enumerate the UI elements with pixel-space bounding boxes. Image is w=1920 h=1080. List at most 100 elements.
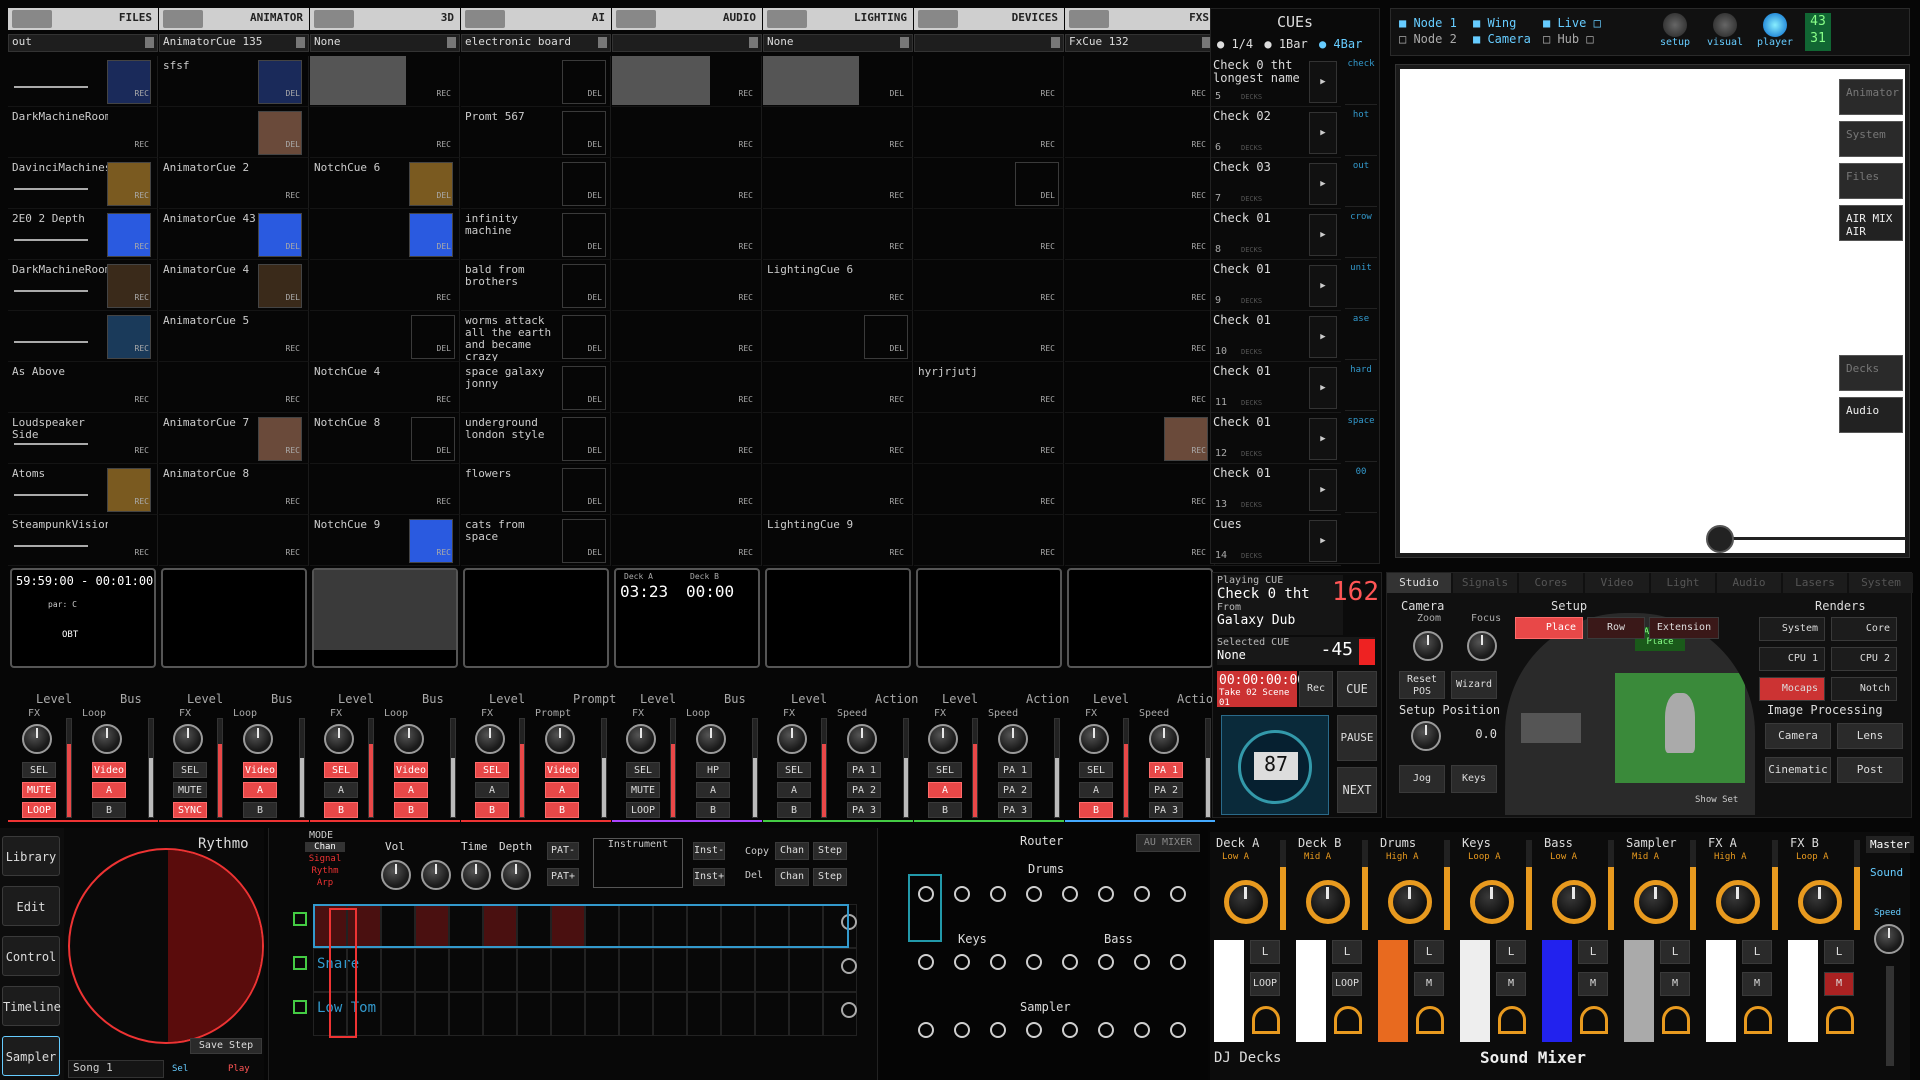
mode-signal[interactable]: Signal (305, 854, 345, 864)
cue-play-button[interactable]: ▶ (1309, 214, 1337, 256)
live-toggle[interactable]: ■ Live □ (1543, 15, 1601, 31)
cue-cell[interactable]: bald from brothers DEL (461, 260, 611, 311)
channel-l-button[interactable]: L (1742, 940, 1772, 964)
cue-cell[interactable]: DarkMachineRoom REC (8, 107, 158, 158)
router-node[interactable] (1062, 886, 1078, 902)
master-speed-knob[interactable] (1874, 924, 1904, 954)
cue-cell[interactable]: REC (1065, 464, 1215, 515)
render-0[interactable]: System (1759, 617, 1825, 641)
vol2-knob[interactable] (421, 860, 451, 890)
deck-button[interactable]: SYNC (173, 802, 207, 818)
cue-cell[interactable]: REC (914, 107, 1064, 158)
cue-tag-2[interactable]: out (1345, 157, 1377, 207)
wizard-button[interactable]: Wizard (1451, 671, 1497, 699)
deck-button[interactable]: B (394, 802, 428, 818)
setup-button[interactable]: setup (1653, 13, 1697, 48)
rec-button[interactable]: REC (890, 242, 904, 251)
channel-m-button[interactable]: M (1824, 972, 1854, 996)
rec-button[interactable]: REC (890, 293, 904, 302)
cue-cell[interactable]: REC (1065, 260, 1215, 311)
level-fader[interactable] (66, 718, 72, 818)
cue-cell[interactable]: 2E0 2 Depth REC (8, 209, 158, 260)
setup-position-knob[interactable] (1411, 721, 1441, 751)
cue-play-button[interactable]: ▶ (1309, 316, 1337, 358)
cue-cell[interactable]: DEL (763, 311, 913, 362)
deck-button[interactable]: B (696, 802, 730, 818)
studio-tab-2[interactable]: Cores (1519, 573, 1583, 593)
step-cell[interactable] (585, 992, 619, 1036)
deck-tab-3[interactable]: AI (461, 8, 611, 30)
q-1bar[interactable]: ● 1Bar (1264, 37, 1307, 51)
time-knob[interactable] (461, 860, 491, 890)
track-end[interactable] (841, 1002, 857, 1018)
render-5[interactable]: Notch (1831, 677, 1897, 701)
deck-screen-0[interactable]: 59:59:00 - 00:01:00 par: C OBT (10, 568, 156, 668)
cue-cell[interactable]: REC (763, 107, 913, 158)
nav-timeline[interactable]: Timeline (2, 986, 61, 1026)
step-cell[interactable] (789, 992, 823, 1036)
cue-cell[interactable]: Promt 567 DEL (461, 107, 611, 158)
rec-button[interactable]: REC (135, 191, 149, 200)
rec-button[interactable]: REC (890, 497, 904, 506)
cue-cell[interactable]: REC (1065, 362, 1215, 413)
router-node[interactable] (954, 954, 970, 970)
studio-tab-7[interactable]: System (1849, 573, 1913, 593)
cue-cell[interactable]: AnimatorCue 4 DEL (159, 260, 309, 311)
cue-play-button[interactable]: ▶ (1309, 520, 1337, 562)
rec-button[interactable]: REC (1192, 548, 1206, 557)
deck-tab-6[interactable]: DEVICES (914, 8, 1064, 30)
rec-button[interactable]: REC (1192, 191, 1206, 200)
deck-tab-0[interactable]: FILES (8, 8, 158, 30)
deck-source-field[interactable] (612, 34, 762, 52)
q-4bar[interactable]: ● 4Bar (1319, 37, 1362, 51)
channel-m-button[interactable]: M (1742, 972, 1772, 996)
rec-button[interactable]: REC (286, 344, 300, 353)
step-cell[interactable] (517, 948, 551, 992)
sel-button[interactable]: SEL (173, 762, 207, 778)
rhythm-wheel[interactable] (68, 848, 264, 1044)
rec-button[interactable]: REC (890, 191, 904, 200)
deck-screen-5[interactable] (765, 568, 911, 668)
cue-cell[interactable]: REC (159, 362, 309, 413)
deck-button[interactable]: PA 3 (998, 802, 1032, 818)
fx-knob[interactable] (324, 724, 354, 754)
sel-button[interactable]: SEL (626, 762, 660, 778)
node-2-toggle[interactable]: □ Node 2 (1399, 31, 1457, 47)
router-node[interactable] (1026, 1022, 1042, 1038)
deck-tab-7[interactable]: FXS (1065, 8, 1215, 30)
loop-knob[interactable] (243, 724, 273, 754)
cue-cell[interactable]: DEL (159, 107, 309, 158)
step-cell[interactable] (381, 992, 415, 1036)
router-node[interactable] (1170, 886, 1186, 902)
cue-cell[interactable]: REC (1065, 158, 1215, 209)
cue-cell[interactable]: REC (612, 515, 762, 566)
reset-pos-button[interactable]: Reset POS (1399, 671, 1445, 699)
preview-tab-5[interactable]: Audio (1839, 397, 1903, 433)
rec-button[interactable]: REC (135, 89, 149, 98)
step-cell[interactable] (483, 948, 517, 992)
rec-button[interactable]: REC (1192, 446, 1206, 455)
headphones-icon[interactable] (1662, 1006, 1690, 1034)
cue-cell[interactable]: REC (914, 260, 1064, 311)
loop-knob[interactable] (545, 724, 575, 754)
deck-tab-4[interactable]: AUDIO (612, 8, 762, 30)
preview-scrub-handle[interactable] (1706, 525, 1734, 553)
cue-cell[interactable]: REC (8, 56, 158, 107)
cue-tag-8[interactable]: 00 (1345, 463, 1377, 513)
pat-minus-button[interactable]: PAT- (547, 842, 579, 860)
rec-button[interactable]: REC (135, 395, 149, 404)
router-node[interactable] (954, 886, 970, 902)
cue-tag-1[interactable]: hot (1345, 106, 1377, 156)
cue-cell[interactable]: REC (310, 107, 460, 158)
rec-button[interactable]: REC (437, 89, 451, 98)
bus-fader[interactable] (752, 718, 758, 818)
cue-cell[interactable]: REC (1065, 107, 1215, 158)
rec-button[interactable]: REC (135, 446, 149, 455)
cue-cell[interactable]: worms attack all the earth and became cr… (461, 311, 611, 362)
bus-fader[interactable] (1205, 718, 1211, 818)
step-cell[interactable] (687, 948, 721, 992)
loop-knob[interactable] (696, 724, 726, 754)
deck-button[interactable]: PA 1 (1149, 762, 1183, 778)
sel-button[interactable]: SEL (324, 762, 358, 778)
preview-tab-4[interactable]: Decks (1839, 355, 1903, 391)
